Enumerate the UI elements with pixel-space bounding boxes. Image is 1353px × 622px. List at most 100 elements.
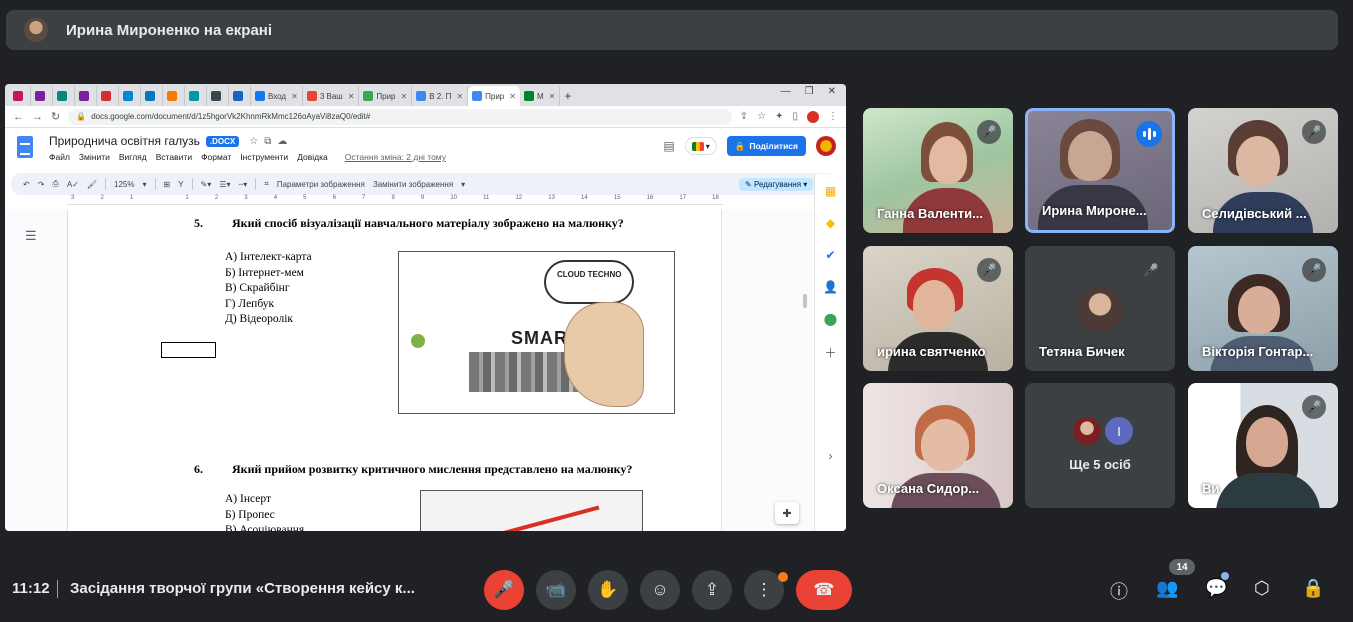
contacts-icon[interactable]: 👤 bbox=[823, 280, 838, 294]
browser-tab[interactable] bbox=[75, 86, 97, 106]
browser-tab[interactable] bbox=[141, 86, 163, 106]
browser-tab[interactable]: М ✕ bbox=[520, 86, 561, 106]
undo-icon[interactable]: ↶ bbox=[23, 180, 30, 189]
host-controls-icon[interactable]: 🔒 bbox=[1302, 578, 1324, 599]
add-comment-icon[interactable]: ⊞ bbox=[164, 180, 171, 189]
keep-icon[interactable]: ◆ bbox=[826, 216, 835, 230]
browser-tab[interactable]: 3 Ваш ✕ bbox=[303, 86, 360, 106]
forward-icon[interactable]: → bbox=[32, 111, 43, 123]
editing-mode-button[interactable]: ✎ Редагування ▾ bbox=[739, 177, 814, 191]
camera-toggle-button[interactable]: 📹 bbox=[536, 570, 576, 610]
tab-close-icon[interactable]: ✕ bbox=[291, 92, 298, 101]
browser-tab[interactable] bbox=[9, 86, 31, 106]
browser-tab[interactable] bbox=[53, 86, 75, 106]
print-icon[interactable]: ⎙ bbox=[52, 179, 58, 189]
minimize-icon[interactable]: — bbox=[781, 86, 791, 97]
share-button[interactable]: 🔒 Поділитися bbox=[726, 136, 806, 156]
raise-hand-button[interactable]: ✋ bbox=[588, 570, 628, 610]
profile-icon[interactable] bbox=[807, 110, 819, 123]
microphone-toggle-button[interactable]: 🎤 bbox=[484, 570, 524, 610]
reload-icon[interactable]: ↻ bbox=[51, 110, 60, 123]
chat-icon[interactable]: 💬 bbox=[1205, 578, 1227, 599]
calendar-icon[interactable]: ▦ bbox=[825, 184, 836, 198]
get-addons-icon[interactable]: ＋ bbox=[824, 344, 836, 361]
more-participants-tile[interactable]: І Ще 5 осіб bbox=[1025, 383, 1175, 508]
present-screen-button[interactable]: ⇪ bbox=[692, 570, 732, 610]
document-page[interactable]: 5. Який спосіб візуалізації навчального … bbox=[67, 210, 722, 531]
leave-call-button[interactable]: ☎ bbox=[796, 570, 852, 610]
vertical-scrollbar[interactable] bbox=[803, 294, 807, 308]
browser-tab[interactable]: Вход ✕ bbox=[251, 86, 303, 106]
url-input[interactable]: 🔒 docs.google.com/document/d/1z5hgorVk2K… bbox=[68, 108, 732, 125]
menu-tools[interactable]: Інструменти bbox=[240, 152, 288, 162]
activities-icon[interactable]: ⬡ bbox=[1254, 578, 1270, 599]
participant-tile-speaking[interactable]: Ирина Мироне... bbox=[1025, 108, 1175, 233]
menu-file[interactable]: Файл bbox=[49, 152, 70, 162]
browser-tab[interactable]: Прир ✕ bbox=[468, 86, 520, 106]
answer-box[interactable] bbox=[161, 342, 216, 358]
tab-close-icon[interactable]: ✕ bbox=[456, 92, 463, 101]
document-canvas[interactable]: ☰ 5. Який спосіб візуалізації навчальног… bbox=[5, 210, 813, 531]
maps-icon[interactable]: ⬤ bbox=[824, 312, 837, 326]
participant-tile[interactable]: Оксана Сидор... bbox=[863, 383, 1013, 508]
menu-edit[interactable]: Змінити bbox=[79, 152, 110, 162]
browser-tab[interactable] bbox=[207, 86, 229, 106]
crop-icon[interactable]: ⌗ bbox=[264, 179, 269, 189]
self-tile[interactable]: 🎤 Ви bbox=[1188, 383, 1338, 508]
sidebar-icon[interactable]: ▯ bbox=[792, 111, 798, 122]
menu-help[interactable]: Довідка bbox=[297, 152, 328, 162]
tab-close-icon[interactable]: ✕ bbox=[509, 92, 516, 101]
image-options-button[interactable]: Параметри зображення bbox=[277, 180, 365, 189]
participant-tile[interactable]: 🎤 ирина святченко bbox=[863, 246, 1013, 371]
browser-tab[interactable] bbox=[229, 86, 251, 106]
browser-tab[interactable] bbox=[97, 86, 119, 106]
meeting-details-icon[interactable]: ⓘ bbox=[1110, 578, 1128, 604]
tab-close-icon[interactable]: ✕ bbox=[401, 92, 408, 101]
comment-history-icon[interactable]: ▤ bbox=[663, 139, 674, 153]
participant-tile[interactable]: 🎤 Ганна Валенти... bbox=[863, 108, 1013, 233]
spellcheck-icon[interactable]: A✓ bbox=[67, 180, 79, 189]
replace-image-button[interactable]: Замінити зображення bbox=[373, 180, 453, 189]
account-avatar[interactable] bbox=[816, 136, 836, 156]
browser-tab[interactable] bbox=[31, 86, 53, 106]
menu-insert[interactable]: Вставити bbox=[156, 152, 192, 162]
browser-menu-icon[interactable]: ⋮ bbox=[828, 111, 838, 122]
menu-format[interactable]: Формат bbox=[201, 152, 231, 162]
people-icon[interactable]: 👥 bbox=[1156, 578, 1178, 599]
browser-tab[interactable]: Прир ✕ bbox=[359, 86, 413, 106]
participant-tile[interactable]: 🎤 Селидівський ... bbox=[1188, 108, 1338, 233]
expand-panel-icon[interactable]: › bbox=[829, 449, 833, 463]
browser-tab[interactable] bbox=[185, 86, 207, 106]
reactions-button[interactable]: ☺ bbox=[640, 570, 680, 610]
border-color-icon[interactable]: ✎▾ bbox=[201, 180, 212, 189]
ruler[interactable]: 3 2 1 1 2 3 4 5 6 7 8 9 10 11 12 13 14 15 16 17 18 bbox=[67, 195, 723, 205]
back-icon[interactable]: ← bbox=[13, 111, 24, 123]
tab-close-icon[interactable]: ✕ bbox=[549, 92, 556, 101]
browser-tab[interactable] bbox=[119, 86, 141, 106]
tasks-icon[interactable]: ✔ bbox=[825, 248, 835, 262]
move-folder-icon[interactable]: ⧉ bbox=[264, 136, 271, 147]
browser-tab[interactable] bbox=[163, 86, 185, 106]
cloud-status-icon[interactable]: ☁ bbox=[277, 136, 287, 147]
scribing-image[interactable]: CLOUD TECHNO SMART bbox=[398, 251, 675, 414]
document-outline-icon[interactable]: ☰ bbox=[25, 228, 37, 244]
star-icon[interactable]: ☆ bbox=[249, 136, 258, 147]
browser-tab[interactable]: В 2. П ✕ bbox=[412, 86, 469, 106]
close-window-icon[interactable]: ✕ bbox=[828, 86, 836, 97]
bookmark-star-icon[interactable]: ☆ bbox=[757, 111, 766, 122]
extensions-icon[interactable]: ✦ bbox=[775, 111, 783, 122]
new-tab-button[interactable]: + bbox=[560, 86, 582, 106]
meet-button[interactable]: ▾ bbox=[684, 137, 717, 155]
redo-icon[interactable]: ↷ bbox=[38, 180, 45, 189]
border-dash-icon[interactable]: ┄▾ bbox=[238, 180, 247, 189]
menu-view[interactable]: Вигляд bbox=[119, 152, 147, 162]
paint-format-icon[interactable]: 🖌 bbox=[87, 180, 97, 189]
input-tools-icon[interactable]: Y bbox=[178, 180, 183, 189]
tab-close-icon[interactable]: ✕ bbox=[348, 92, 355, 101]
zoom-select[interactable]: 125% bbox=[114, 180, 134, 189]
share-page-icon[interactable]: ⇪ bbox=[740, 111, 748, 122]
border-weight-icon[interactable]: ☰▾ bbox=[219, 180, 230, 189]
last-edit-link[interactable]: Остання зміна: 2 дні тому bbox=[345, 152, 446, 162]
critical-thinking-image[interactable] bbox=[420, 490, 643, 531]
maximize-icon[interactable]: ❐ bbox=[805, 86, 814, 97]
